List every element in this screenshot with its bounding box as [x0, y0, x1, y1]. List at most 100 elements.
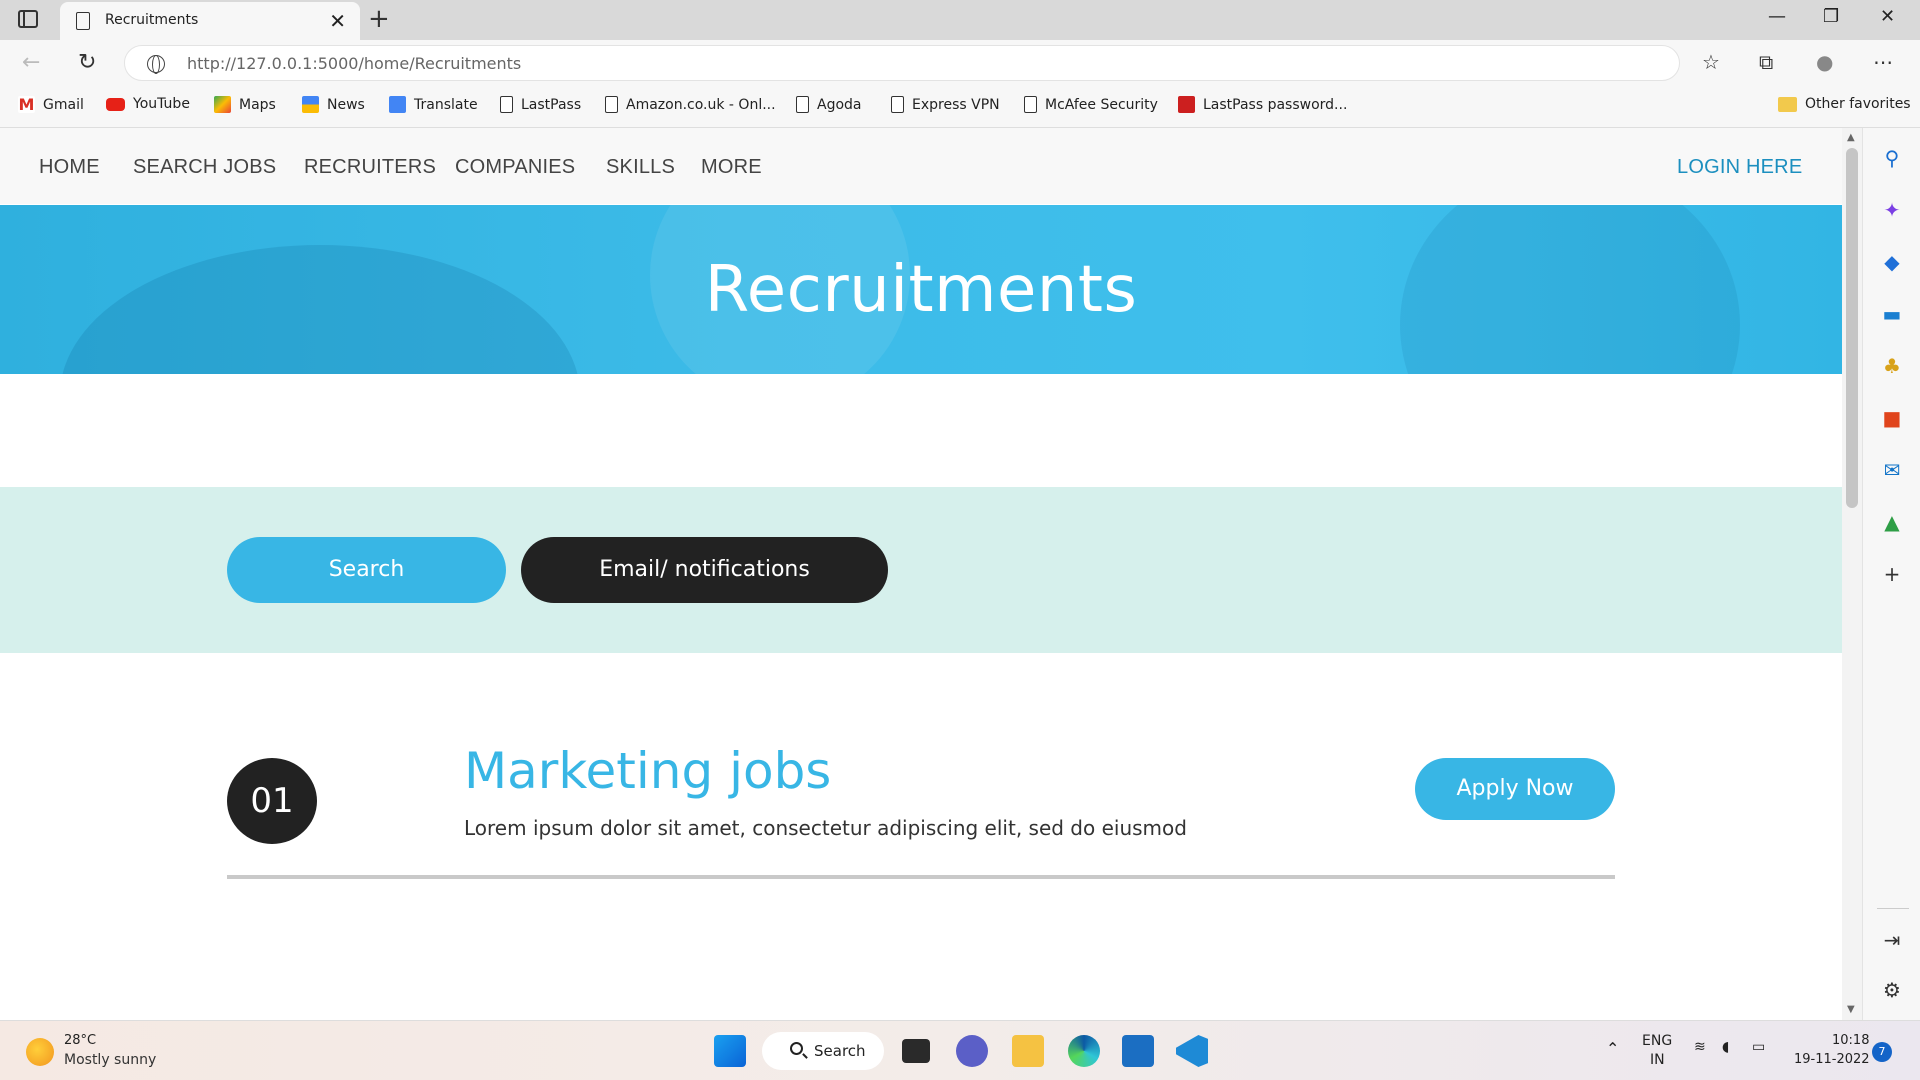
favorite-lastpass[interactable]: LastPass	[500, 96, 581, 113]
other-favorites[interactable]: Other favorites	[1778, 96, 1911, 112]
volume-icon[interactable]: ◖	[1722, 1039, 1729, 1055]
favorite-label: McAfee Security	[1045, 96, 1158, 113]
scroll-down-icon[interactable]: ▼	[1847, 1004, 1855, 1015]
shopping-tag-icon[interactable]: ◆	[1880, 250, 1904, 274]
weather-temperature[interactable]: 28°C	[64, 1033, 96, 1048]
site-navbar: HOME SEARCH JOBS RECRUITERS COMPANIES SK…	[0, 128, 1842, 204]
favorite-lastpass-password[interactable]: LastPass password...	[1178, 96, 1347, 113]
search-icon[interactable]: ⚲	[1880, 146, 1904, 170]
job-description: Lorem ipsum dolor sit amet, consectetur …	[464, 816, 1187, 840]
language-region[interactable]: IN	[1650, 1052, 1665, 1068]
maps-icon	[214, 96, 231, 113]
hide-sidebar-icon[interactable]: ⇥	[1880, 928, 1904, 952]
favorite-express-vpn[interactable]: Express VPN	[891, 96, 1000, 113]
edge-sidebar: ⚲ ✦ ◆ ▬ ♣ ■ ✉ ▲ + ⇥ ⚙	[1862, 128, 1920, 1020]
favorite-label: YouTube	[133, 96, 190, 112]
vscode-icon[interactable]	[1176, 1035, 1208, 1067]
favorite-mcafee[interactable]: McAfee Security	[1024, 96, 1158, 113]
lastpass-icon	[1178, 96, 1195, 113]
battery-icon[interactable]: ▭	[1752, 1039, 1765, 1055]
games-icon[interactable]: ♣	[1880, 354, 1904, 378]
nav-recruiters[interactable]: RECRUITERS	[304, 156, 436, 179]
favorite-news[interactable]: News	[302, 96, 365, 113]
page-icon	[796, 96, 809, 113]
email-notifications-tab-button[interactable]: Email/ notifications	[521, 537, 888, 603]
favorite-gmail[interactable]: M Gmail	[18, 96, 84, 113]
clock-time[interactable]: 10:18	[1832, 1033, 1869, 1048]
gmail-icon: M	[18, 95, 35, 114]
store-icon[interactable]	[1122, 1035, 1154, 1067]
job-title[interactable]: Marketing jobs	[464, 742, 831, 800]
weather-description[interactable]: Mostly sunny	[64, 1052, 156, 1068]
taskbar-search-label: Search	[814, 1042, 866, 1060]
scrollbar-thumb[interactable]	[1846, 148, 1858, 508]
settings-gear-icon[interactable]: ⚙	[1880, 978, 1904, 1002]
tools-icon[interactable]: ▬	[1880, 302, 1904, 326]
more-options-icon[interactable]: ⋯	[1873, 50, 1893, 74]
favorite-label: Amazon.co.uk - Onl...	[626, 96, 776, 113]
clock-date[interactable]: 19-11-2022	[1794, 1052, 1870, 1067]
nav-companies[interactable]: COMPANIES	[455, 156, 575, 179]
restore-button[interactable]: ❐	[1823, 6, 1839, 27]
language-code[interactable]: ENG	[1642, 1033, 1672, 1049]
workspaces-icon[interactable]	[18, 10, 38, 28]
windows-taskbar: 28°C Mostly sunny Search ⌃ ENG IN ≋ ◖ ▭ …	[0, 1020, 1920, 1080]
nav-skills[interactable]: SKILLS	[606, 156, 675, 179]
favorite-agoda[interactable]: Agoda	[796, 96, 862, 113]
page-icon	[1024, 96, 1037, 113]
back-arrow-icon[interactable]: ←	[22, 50, 40, 75]
divider	[1877, 908, 1909, 909]
scroll-up-icon[interactable]: ▲	[1847, 132, 1855, 143]
profile-icon[interactable]: ●	[1816, 50, 1833, 74]
outlook-icon[interactable]: ✉	[1880, 458, 1904, 482]
page-scrollbar[interactable]: ▲ ▼	[1842, 128, 1862, 1020]
edge-browser-icon[interactable]	[1068, 1035, 1100, 1067]
search-tab-button[interactable]: Search	[227, 537, 506, 603]
favorite-label: LastPass	[521, 96, 582, 113]
favorite-maps[interactable]: Maps	[214, 96, 276, 113]
favorite-label: Express VPN	[912, 96, 1000, 113]
close-window-button[interactable]: ✕	[1880, 6, 1895, 27]
start-windows-icon[interactable]	[714, 1035, 746, 1067]
nav-more[interactable]: MORE	[701, 156, 762, 179]
wifi-icon[interactable]: ≋	[1694, 1039, 1706, 1055]
add-icon[interactable]: +	[1880, 562, 1904, 586]
notification-badge[interactable]: 7	[1872, 1042, 1892, 1062]
favorite-amazon[interactable]: Amazon.co.uk - Onl...	[605, 96, 776, 113]
favorites-star-icon[interactable]: ☆	[1702, 50, 1720, 74]
nav-home[interactable]: HOME	[39, 156, 100, 179]
action-tabs-section: Search Email/ notifications	[0, 487, 1842, 653]
favorite-label: Agoda	[817, 96, 862, 113]
apply-now-button[interactable]: Apply Now	[1415, 758, 1615, 820]
chat-icon[interactable]	[956, 1035, 988, 1067]
favorite-youtube[interactable]: YouTube	[106, 96, 190, 112]
refresh-icon[interactable]: ↻	[78, 50, 96, 75]
favorite-label: LastPass password...	[1203, 96, 1348, 113]
translate-icon	[389, 96, 406, 113]
tab-close-icon[interactable]: ✕	[329, 9, 346, 33]
collections-icon[interactable]: ⧉	[1759, 50, 1773, 74]
task-view-icon[interactable]	[902, 1039, 930, 1063]
page-viewport: HOME SEARCH JOBS RECRUITERS COMPANIES SK…	[0, 128, 1842, 1020]
favorite-label: News	[327, 96, 365, 113]
minimize-button[interactable]: —	[1768, 6, 1786, 27]
page-icon	[605, 96, 618, 113]
nav-login[interactable]: LOGIN HERE	[1677, 156, 1802, 179]
url-field[interactable]: http://127.0.0.1:5000/home/Recruitments	[124, 45, 1680, 81]
divider	[227, 875, 1615, 879]
favorite-translate[interactable]: Translate	[389, 96, 478, 113]
discover-icon[interactable]: ✦	[1880, 198, 1904, 222]
show-hidden-icons-icon[interactable]: ⌃	[1606, 1039, 1619, 1058]
file-explorer-icon[interactable]	[1012, 1035, 1044, 1067]
new-tab-button[interactable]: +	[368, 4, 390, 34]
favorite-label: Translate	[414, 96, 478, 113]
url-text[interactable]: http://127.0.0.1:5000/home/Recruitments	[187, 54, 521, 73]
browser-tab-active[interactable]: Recruitments ✕	[60, 2, 360, 40]
nav-search-jobs[interactable]: SEARCH JOBS	[133, 156, 276, 179]
tree-icon[interactable]: ▲	[1880, 510, 1904, 534]
favorite-label: Maps	[239, 96, 276, 113]
weather-sun-icon[interactable]	[26, 1038, 54, 1066]
office-icon[interactable]: ■	[1880, 406, 1904, 430]
site-info-icon[interactable]	[147, 55, 165, 74]
taskbar-search[interactable]: Search	[762, 1032, 884, 1070]
